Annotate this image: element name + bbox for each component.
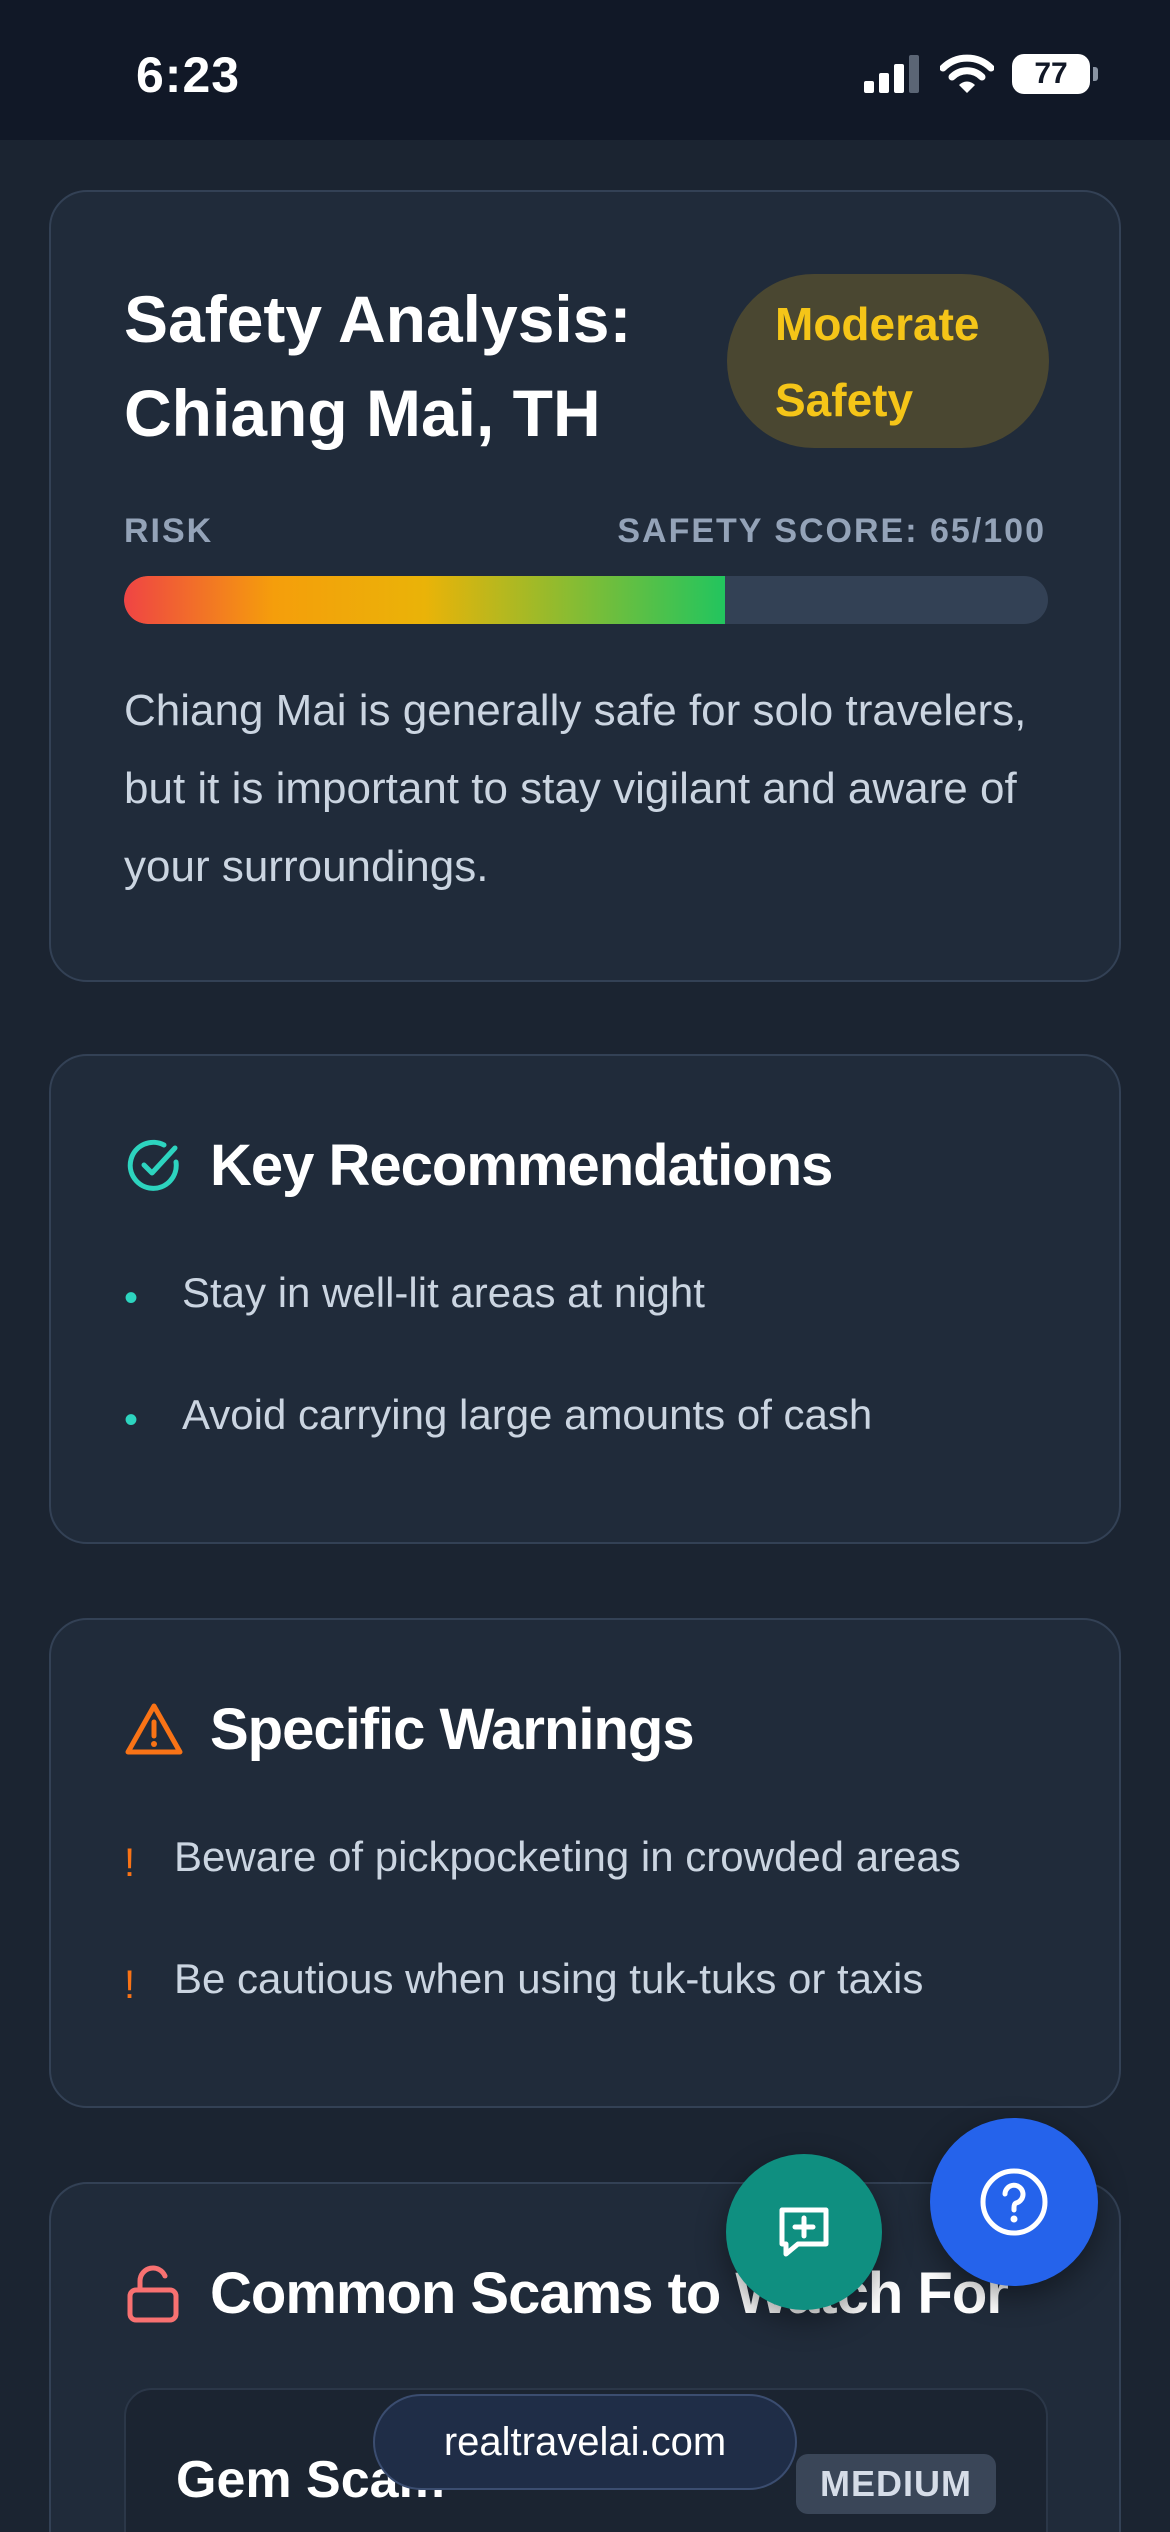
recommendations-header: Key Recommendations <box>124 1132 833 1199</box>
status-icons: 77 <box>864 54 1098 94</box>
warning-triangle-icon <box>125 1703 183 1754</box>
recommendations-title: Key Recommendations <box>210 1133 833 1198</box>
chat-plus-icon <box>779 2207 829 2257</box>
warnings-header: Specific Warnings <box>124 1696 695 1763</box>
list-item: • Stay in well-lit areas at night <box>124 1262 1064 1324</box>
list-item: ! Be cautious when using tuk-tuks or tax… <box>124 1948 1064 2010</box>
scams-header: Common Scams to Watch For <box>124 2260 1009 2327</box>
warnings-title: Specific Warnings <box>210 1697 695 1762</box>
check-circle-icon <box>127 1139 179 1191</box>
safety-title: Safety Analysis: Chiang Mai, TH <box>124 282 632 450</box>
scam-risk-badge: MEDIUM <box>796 2454 996 2514</box>
battery-indicator: 77 <box>1012 54 1098 94</box>
new-chat-button[interactable] <box>726 2154 882 2310</box>
recommendations-list: • Stay in well-lit areas at night • Avoi… <box>124 1262 1064 1506</box>
list-item: ! Beware of pickpocketing in crowded are… <box>124 1826 1064 1888</box>
bullet-dot: • <box>124 1275 139 1320</box>
scams-title: Common Scams to Watch For <box>210 2261 1009 2326</box>
warning-text: Be cautious when using tuk-tuks or taxis <box>174 1955 924 2002</box>
key-recommendations-card: Key Recommendations • Stay in well-lit a… <box>49 1054 1121 1544</box>
specific-warnings-card: Specific Warnings ! Beware of pickpocket… <box>49 1618 1121 2108</box>
recommendation-text: Avoid carrying large amounts of cash <box>182 1391 873 1438</box>
question-circle-icon <box>980 2168 1048 2236</box>
safety-score-fill <box>124 576 725 624</box>
warning-text: Beware of pickpocketing in crowded areas <box>174 1833 961 1880</box>
safety-analysis-card: Safety Analysis: Chiang Mai, TH Moderate… <box>49 190 1121 982</box>
status-bar: 6:23 77 <box>0 0 1170 140</box>
cellular-signal-icon <box>864 55 919 93</box>
bullet-dot: • <box>124 1397 139 1442</box>
app-screen: 6:23 77 Safety Analysis: Chiang Mai, TH … <box>0 0 1170 2532</box>
safety-level-badge: Moderate Safety <box>727 274 1049 448</box>
exclamation-bullet: ! <box>124 1962 136 2007</box>
safety-description: Chiang Mai is generally safe for solo tr… <box>124 686 1027 891</box>
help-button[interactable] <box>930 2118 1098 2286</box>
warnings-list: ! Beware of pickpocketing in crowded are… <box>124 1826 1064 2070</box>
browser-url-bar[interactable]: realtravelai.com <box>373 2394 797 2490</box>
status-time: 6:23 <box>136 47 241 103</box>
safety-score-bar <box>124 576 1048 624</box>
unlock-icon <box>127 2265 179 2322</box>
recommendation-text: Stay in well-lit areas at night <box>182 1269 705 1316</box>
risk-label: RISK <box>124 512 214 550</box>
list-item: • Avoid carrying large amounts of cash <box>124 1384 1064 1446</box>
exclamation-bullet: ! <box>124 1840 136 1885</box>
wifi-icon <box>940 54 994 93</box>
safety-score-label: SAFETY SCORE: 65/100 <box>617 512 1046 550</box>
